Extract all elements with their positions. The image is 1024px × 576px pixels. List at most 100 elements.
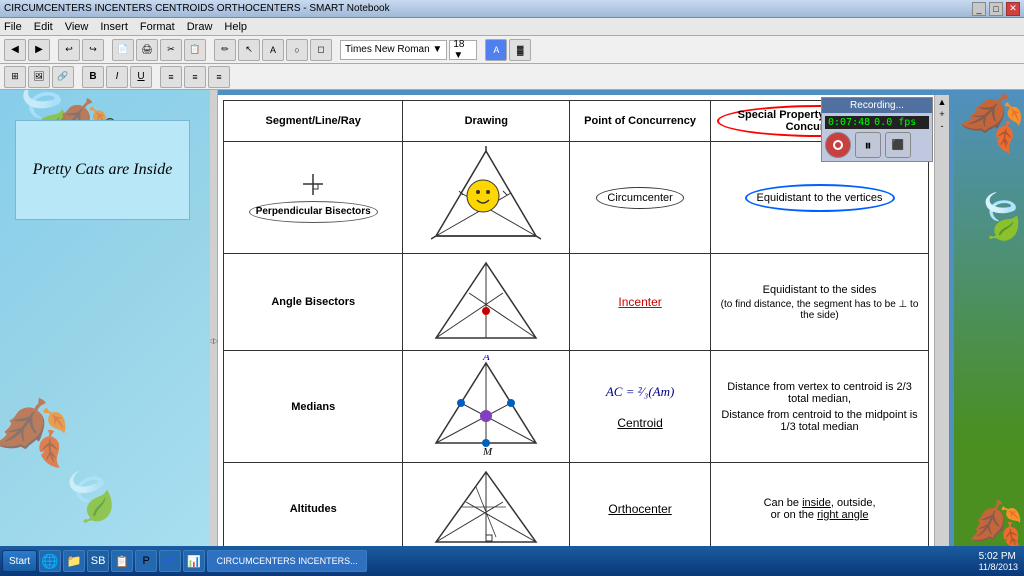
outside-text: outside, bbox=[837, 497, 876, 509]
pen-tool[interactable]: ✏ bbox=[214, 39, 236, 61]
table-row: Angle Bisectors bbox=[224, 254, 929, 351]
taskbar-app2[interactable]: P bbox=[135, 550, 157, 572]
taskbar-folder[interactable]: 📁 bbox=[63, 550, 85, 572]
zoom-out-btn[interactable]: - bbox=[941, 121, 944, 131]
text-tool[interactable]: A bbox=[262, 39, 284, 61]
left-nav: ◁▷ bbox=[210, 90, 218, 546]
main-table: Segment/Line/Ray Drawing Point of Concur… bbox=[223, 100, 929, 546]
recording-label: Recording... bbox=[850, 100, 904, 111]
taskbar-smartboard[interactable]: SB bbox=[87, 550, 109, 572]
taskbar-app1[interactable]: 📋 bbox=[111, 550, 133, 572]
taskbar-app3[interactable]: 📊 bbox=[183, 550, 205, 572]
table-row: Medians bbox=[224, 351, 929, 463]
page-area: ◁▷ Recording... 0:07:48 0.0 fps bbox=[210, 90, 1024, 546]
svg-text:A: A bbox=[482, 355, 490, 363]
menu-insert[interactable]: Insert bbox=[100, 21, 128, 33]
bold-btn[interactable]: B bbox=[82, 66, 104, 88]
align-left-btn[interactable]: ≡ bbox=[160, 66, 182, 88]
redo-btn[interactable]: ↪ bbox=[82, 39, 104, 61]
start-button[interactable]: Start bbox=[2, 550, 37, 572]
segment-cell-4: Altitudes bbox=[224, 463, 403, 547]
medians-label: Medians bbox=[291, 401, 335, 413]
menu-file[interactable]: File bbox=[4, 21, 22, 33]
segment-cell-2: Angle Bisectors bbox=[224, 254, 403, 351]
drawing-cell-3: A M bbox=[403, 351, 570, 463]
equidistant-sides: Equidistant to the sides (to find distan… bbox=[717, 284, 922, 321]
record-btn[interactable] bbox=[825, 132, 851, 158]
recording-title: Recording... bbox=[822, 98, 932, 113]
pause-btn[interactable]: ⏸ bbox=[855, 132, 881, 158]
sticky-note-text: Pretty Cats are Inside bbox=[33, 161, 173, 179]
table-row: Altitudes bbox=[224, 463, 929, 547]
property-cell-3: Distance from vertex to centroid is 2/3 … bbox=[711, 351, 929, 463]
menu-draw[interactable]: Draw bbox=[187, 21, 213, 33]
orthocenter-property: Can be inside, outside, or on the right … bbox=[717, 497, 922, 521]
zoom-in-btn[interactable]: + bbox=[939, 109, 944, 119]
tool-1[interactable]: 📄 bbox=[112, 39, 134, 61]
minimize-btn[interactable]: _ bbox=[972, 2, 986, 16]
close-btn[interactable]: ✕ bbox=[1006, 2, 1020, 16]
menu-view[interactable]: View bbox=[65, 21, 89, 33]
back-btn[interactable]: ◀ bbox=[4, 39, 26, 61]
centroid-label: Centroid bbox=[617, 416, 662, 430]
menu-edit[interactable]: Edit bbox=[34, 21, 53, 33]
concurrency-cell-3: AC = ²⁄₃(Am) Centroid bbox=[570, 351, 711, 463]
concurrency-cell-1: Circumcenter bbox=[570, 142, 711, 254]
main-toolbar: ◀ ▶ ↩ ↪ 📄 🖨 ✂ 📋 ✏ ↖ A ○ ◻ Times New Roma… bbox=[0, 36, 1024, 64]
concurrency-cell-2: Incenter bbox=[570, 254, 711, 351]
select-tool[interactable]: ↖ bbox=[238, 39, 260, 61]
time-display: 0:07:48 0.0 fps bbox=[825, 116, 929, 129]
taskbar-ie[interactable]: 🌐 bbox=[39, 550, 61, 572]
tool-4[interactable]: 📋 bbox=[184, 39, 206, 61]
angle-bisectors-label: Angle Bisectors bbox=[271, 296, 355, 308]
recording-panel: Recording... 0:07:48 0.0 fps bbox=[821, 97, 933, 162]
drawing-cell-2 bbox=[403, 254, 570, 351]
formula-display: AC = ²⁄₃(Am) bbox=[576, 384, 704, 400]
undo-btn[interactable]: ↩ bbox=[58, 39, 80, 61]
tool-3[interactable]: ✂ bbox=[160, 39, 182, 61]
forward-btn[interactable]: ▶ bbox=[28, 39, 50, 61]
drawing-cell-4 bbox=[403, 463, 570, 547]
italic-btn[interactable]: I bbox=[106, 66, 128, 88]
segment-cell-1: Perpendicular Bisectors bbox=[224, 142, 403, 254]
align-center-btn[interactable]: ≡ bbox=[184, 66, 206, 88]
taskbar-clock: 5:02 PM 11/8/2013 bbox=[979, 551, 1022, 572]
timer: 0:07:48 bbox=[828, 117, 870, 128]
insert-link-btn[interactable]: 🔗 bbox=[52, 66, 74, 88]
incenter-svg bbox=[431, 258, 541, 343]
left-panel: 🍃 🍂 Pretty Cats are Inside 🍂 🍃 bbox=[0, 90, 210, 546]
underline-btn[interactable]: U bbox=[130, 66, 152, 88]
menu-help[interactable]: Help bbox=[224, 21, 247, 33]
page-content: Recording... 0:07:48 0.0 fps bbox=[218, 95, 949, 546]
header-concurrency: Point of Concurrency bbox=[570, 101, 711, 142]
color-btn[interactable]: A bbox=[485, 39, 507, 61]
property-cell-2: Equidistant to the sides (to find distan… bbox=[711, 254, 929, 351]
highlight-btn[interactable]: ▓ bbox=[509, 39, 531, 61]
taskbar-word[interactable]: W bbox=[159, 550, 181, 572]
drawing-cell-1 bbox=[403, 142, 570, 254]
sticky-note[interactable]: Pretty Cats are Inside bbox=[15, 120, 190, 220]
shape-tool[interactable]: ○ bbox=[286, 39, 308, 61]
insert-table-btn[interactable]: ⊞ bbox=[4, 66, 26, 88]
insert-img-btn[interactable]: 🖼 bbox=[28, 66, 50, 88]
menu-format[interactable]: Format bbox=[140, 21, 175, 33]
header-segment: Segment/Line/Ray bbox=[224, 101, 403, 142]
header-drawing: Drawing bbox=[403, 101, 570, 142]
circumcenter-svg bbox=[431, 146, 541, 246]
right-nature-panel: 🍂 🍃 🍂 bbox=[954, 90, 1024, 546]
fps: 0.0 fps bbox=[874, 117, 916, 128]
maximize-btn[interactable]: □ bbox=[989, 2, 1003, 16]
medians-svg: A M bbox=[431, 355, 541, 455]
scroll-up-btn[interactable]: ▲ bbox=[938, 97, 947, 107]
right-leaf-bot: 🍂 bbox=[968, 498, 1024, 546]
align-right-btn[interactable]: ≡ bbox=[208, 66, 230, 88]
right-angle-text: right angle bbox=[817, 509, 868, 521]
eraser-tool[interactable]: ◻ bbox=[310, 39, 332, 61]
stop-btn[interactable]: ⬛ bbox=[885, 132, 911, 158]
title-text: CIRCUMCENTERS INCENTERS CENTROIDS ORTHOC… bbox=[4, 3, 390, 14]
font-size[interactable]: 18 ▼ bbox=[449, 40, 477, 60]
font-selector[interactable]: Times New Roman ▼ bbox=[340, 40, 447, 60]
tool-2[interactable]: 🖨 bbox=[136, 39, 158, 61]
active-app[interactable]: CIRCUMCENTERS INCENTERS... bbox=[207, 550, 367, 572]
leaf-bottom-left: 🍂 bbox=[0, 389, 75, 472]
